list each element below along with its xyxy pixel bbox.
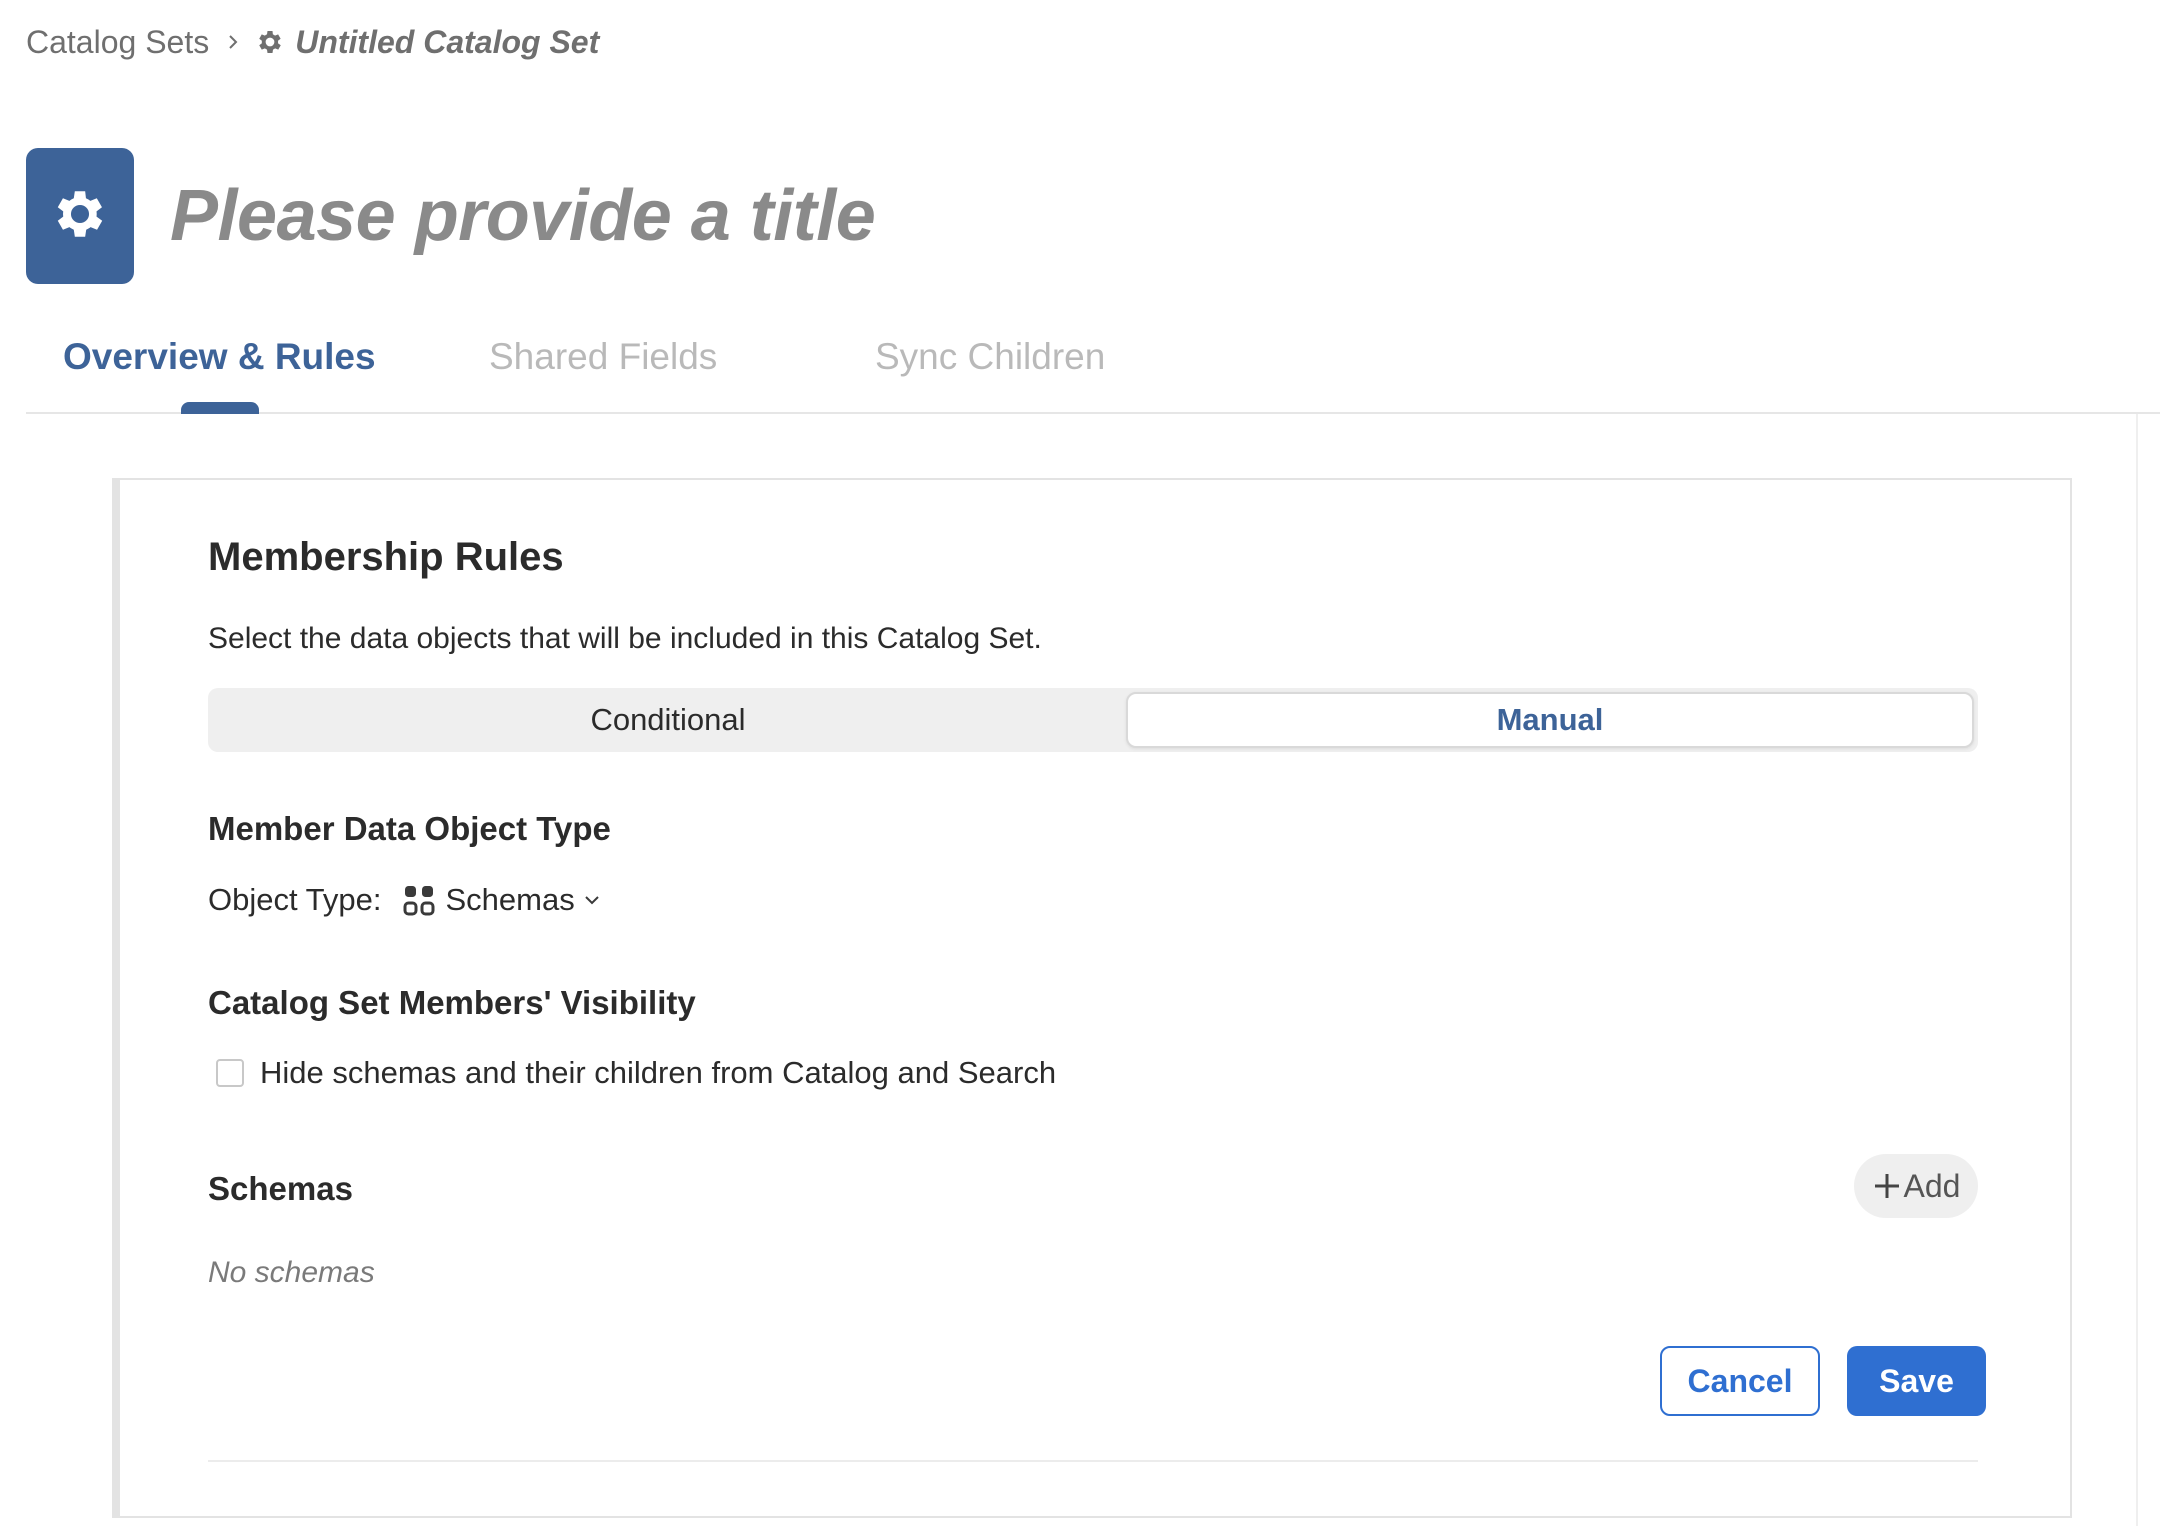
cancel-button[interactable]: Cancel [1660,1346,1820,1416]
membership-rules-card: Membership Rules Select the data objects… [112,478,2072,1518]
object-type-row: Object Type: Schemas [208,882,601,918]
add-schema-label: Add [1903,1167,1961,1204]
breadcrumb-current: Untitled Catalog Set [295,23,600,60]
visibility-heading: Catalog Set Members' Visibility [208,984,696,1021]
add-schema-button[interactable]: Add [1854,1154,1978,1218]
tab-bar: Overview & Rules Shared Fields Sync Chil… [26,320,2160,414]
breadcrumb-catalog-sets-link[interactable]: Catalog Sets [26,24,209,61]
chevron-right-icon [225,34,241,50]
gear-icon [255,27,285,57]
breadcrumb: Catalog Sets Untitled Catalog Set [26,18,599,66]
schema-grid-icon [403,884,435,916]
object-type-label: Object Type: [208,882,382,917]
tab-overview-rules[interactable]: Overview & Rules [63,336,376,378]
catalog-set-icon [26,148,134,284]
membership-rules-heading: Membership Rules [208,535,564,579]
hide-members-label: Hide schemas and their children from Cat… [260,1055,1057,1090]
membership-mode-toggle: Conditional Manual [208,688,1978,752]
active-tab-indicator [181,402,259,414]
plus-icon [1872,1171,1902,1201]
schemas-empty-state: No schemas [208,1256,375,1289]
membership-rules-description: Select the data objects that will be inc… [208,622,1042,655]
mode-conditional-option[interactable]: Conditional [212,692,1124,748]
page-title-input[interactable]: Please provide a title [170,168,876,264]
tab-shared-fields[interactable]: Shared Fields [489,336,717,378]
chevron-down-icon [583,891,601,909]
save-button[interactable]: Save [1847,1346,1986,1416]
object-type-heading: Member Data Object Type [208,810,611,847]
hide-members-checkbox[interactable] [216,1059,244,1087]
card-divider [208,1460,1978,1462]
object-type-dropdown[interactable]: Schemas [403,882,600,918]
scroll-divider [2136,414,2138,1526]
hide-members-row: Hide schemas and their children from Cat… [208,1055,1056,1091]
object-type-value: Schemas [445,882,575,917]
mode-manual-option[interactable]: Manual [1126,692,1974,748]
gear-icon [49,183,111,250]
schemas-heading: Schemas [208,1170,353,1207]
tab-sync-children[interactable]: Sync Children [875,336,1105,378]
